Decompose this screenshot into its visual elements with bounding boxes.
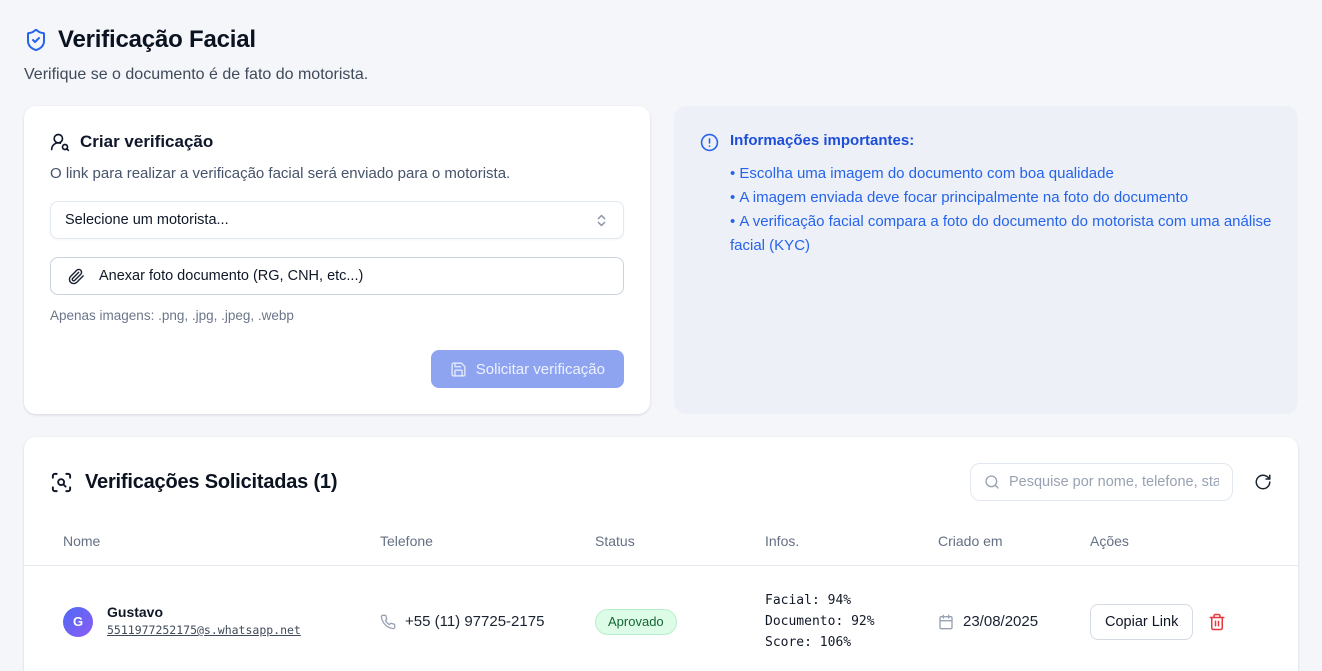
attach-document-label: Anexar foto documento (RG, CNH, etc...) <box>99 268 363 284</box>
save-icon <box>450 361 467 378</box>
column-header-status: Status <box>595 533 765 549</box>
status-badge: Aprovado <box>595 609 677 635</box>
calendar-icon <box>938 614 954 630</box>
driver-name: Gustavo <box>107 604 301 620</box>
page-subtitle: Verifique se o documento é de fato do mo… <box>24 66 1298 84</box>
info-list: Escolha uma imagem do documento com boa … <box>700 162 1272 258</box>
phone-icon <box>380 614 396 630</box>
driver-select-value: Selecione um motorista... <box>65 212 229 228</box>
scan-search-icon <box>50 471 73 494</box>
column-header-criado-em: Criado em <box>938 533 1090 549</box>
create-verification-card: Criar verificação O link para realizar a… <box>24 106 650 414</box>
search-box <box>970 463 1233 501</box>
info-list-item: Escolha uma imagem do documento com boa … <box>730 162 1272 186</box>
page-header: Verificação Facial Verifique se o docume… <box>24 0 1298 84</box>
delete-button[interactable] <box>1208 613 1226 631</box>
info-documento: Documento: 92% <box>765 611 938 632</box>
requested-verifications-card: Verificações Solicitadas (1) Nome Telef <box>24 437 1298 671</box>
info-list-item: A verificação facial compara a foto do d… <box>730 210 1272 258</box>
file-types-hint: Apenas imagens: .png, .jpg, .jpeg, .webp <box>50 308 624 323</box>
refresh-button[interactable] <box>1254 473 1272 491</box>
info-score: Score: 106% <box>765 632 938 653</box>
driver-select[interactable]: Selecione um motorista... <box>50 201 624 239</box>
shield-check-icon <box>24 28 48 52</box>
copy-link-button[interactable]: Copiar Link <box>1090 604 1193 640</box>
avatar: G <box>63 607 93 637</box>
attach-document-button[interactable]: Anexar foto documento (RG, CNH, etc...) <box>50 257 624 295</box>
created-at: 23/08/2025 <box>963 613 1038 630</box>
paperclip-icon <box>68 268 85 285</box>
verifications-title: Verificações Solicitadas (1) <box>85 471 337 494</box>
user-search-icon <box>50 132 70 152</box>
table-row: G Gustavo 5511977252175@s.whatsapp.net +… <box>24 566 1298 671</box>
info-facial: Facial: 94% <box>765 590 938 611</box>
info-card-title: Informações importantes: <box>730 132 914 149</box>
page-title: Verificação Facial <box>58 26 256 54</box>
column-header-telefone: Telefone <box>380 533 595 549</box>
request-verification-label: Solicitar verificação <box>476 361 605 378</box>
column-header-infos: Infos. <box>765 533 938 549</box>
alert-circle-icon <box>700 132 719 152</box>
important-info-card: Informações importantes: Escolha uma ima… <box>674 106 1298 414</box>
trash-icon <box>1208 613 1226 631</box>
whatsapp-id-link[interactable]: 5511977252175@s.whatsapp.net <box>107 623 301 637</box>
chevrons-up-down-icon <box>594 213 609 228</box>
driver-phone: +55 (11) 97725-2175 <box>405 613 544 630</box>
refresh-icon <box>1254 473 1272 491</box>
facial-verification-page: Verificação Facial Verifique se o docume… <box>0 0 1322 671</box>
column-header-nome: Nome <box>63 533 380 549</box>
column-header-acoes: Ações <box>1090 533 1272 549</box>
verification-infos: Facial: 94% Documento: 92% Score: 106% <box>765 590 938 653</box>
create-card-title: Criar verificação <box>80 132 213 152</box>
search-icon <box>984 474 1000 490</box>
request-verification-button[interactable]: Solicitar verificação <box>431 350 624 388</box>
create-card-description: O link para realizar a verificação facia… <box>50 165 624 182</box>
search-input[interactable] <box>1009 474 1219 490</box>
table-header-row: Nome Telefone Status Infos. Criado em Aç… <box>24 519 1298 566</box>
info-list-item: A imagem enviada deve focar principalmen… <box>730 186 1272 210</box>
